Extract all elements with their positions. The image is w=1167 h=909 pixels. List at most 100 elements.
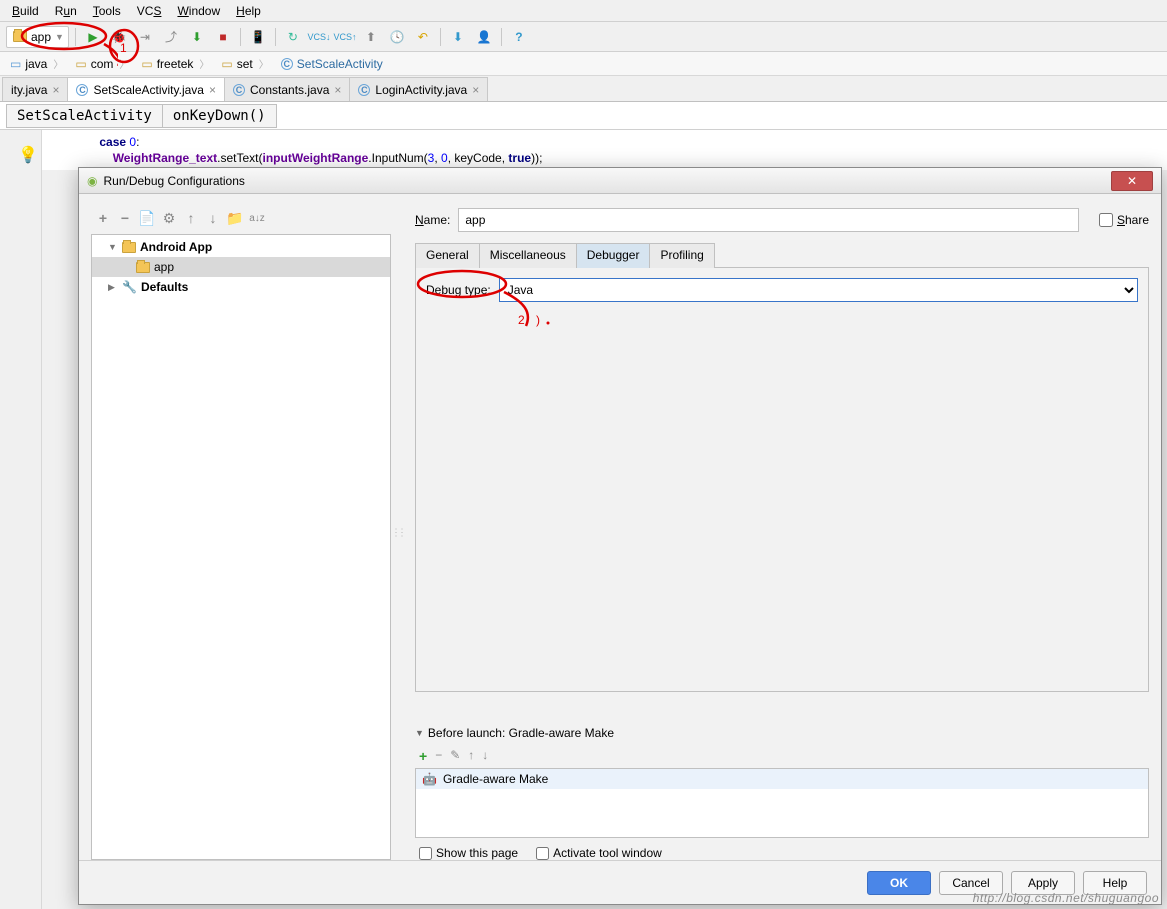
stop-button[interactable]: ■	[212, 26, 234, 48]
vcs-push-button[interactable]: ⬆	[360, 26, 382, 48]
method-crumb[interactable]: onKeyDown()	[163, 104, 277, 128]
debug-button[interactable]: 🐞	[108, 26, 130, 48]
editor-tab-constants[interactable]: CConstants.java×	[224, 77, 350, 101]
tree-node-android-app[interactable]: ▼ Android App	[92, 237, 390, 257]
ok-button[interactable]: OK	[867, 871, 931, 895]
config-tree[interactable]: ▼ Android App app ▶ 🔧 Defaults	[91, 234, 391, 860]
tab-content: Debug type: Java	[415, 268, 1149, 692]
editor-tab-partial[interactable]: ity.java×	[2, 77, 68, 101]
help-button[interactable]: ?	[508, 26, 530, 48]
chevron-down-icon: ▼	[55, 32, 64, 42]
sync-button[interactable]: ↻	[282, 26, 304, 48]
menu-vcs[interactable]: VCS	[129, 2, 170, 20]
tree-node-app[interactable]: app	[92, 257, 390, 277]
add-config-button[interactable]: +	[95, 210, 111, 226]
tree-node-defaults[interactable]: ▶ 🔧 Defaults	[92, 277, 390, 297]
bl-down-button[interactable]: ↓	[482, 748, 488, 764]
editor-tabs: ity.java× CSetScaleActivity.java× CConst…	[0, 76, 1167, 102]
before-launch-list[interactable]: 🤖 Gradle-aware Make	[415, 768, 1149, 838]
tree-toolbar: + − 📄 ⚙ ↑ ↓ 📁 a↓z	[91, 206, 391, 230]
coverage-button[interactable]: ⇥	[134, 26, 156, 48]
close-icon[interactable]: ×	[334, 83, 341, 97]
attach-button[interactable]: ⬇	[186, 26, 208, 48]
vcs-commit-button[interactable]: VCS↑	[334, 26, 356, 48]
move-up-button[interactable]: ↑	[183, 210, 199, 226]
wrench-icon: 🔧	[122, 280, 137, 294]
menu-bar: Build Run Tools VCS Window Help	[0, 0, 1167, 22]
class-icon: C	[358, 84, 370, 96]
android-icon: 🤖	[422, 772, 437, 786]
run-config-selector[interactable]: app ▼	[6, 26, 69, 48]
class-crumb[interactable]: SetScaleActivity	[6, 104, 163, 128]
folder-icon	[122, 242, 136, 253]
debug-type-label: Debug type:	[426, 283, 491, 297]
close-icon[interactable]: ×	[472, 83, 479, 97]
expand-icon[interactable]: ▶	[108, 282, 118, 293]
android-monitor-button[interactable]: 👤	[473, 26, 495, 48]
remove-config-button[interactable]: −	[117, 210, 133, 226]
config-tree-pane: + − 📄 ⚙ ↑ ↓ 📁 a↓z ▼ Android App	[91, 206, 391, 860]
revert-button[interactable]: ↶	[412, 26, 434, 48]
class-icon: C	[281, 58, 293, 70]
run-debug-config-dialog: ◉ Run/Debug Configurations ✕ + − 📄 ⚙ ↑ ↓…	[78, 167, 1162, 905]
folder-button[interactable]: 📁	[227, 210, 243, 226]
config-detail-pane: Name: Share General Miscellaneous Debugg…	[399, 206, 1149, 860]
vcs-update-button[interactable]: VCS↓	[308, 26, 330, 48]
avd-button[interactable]: 📱	[247, 26, 269, 48]
crumb-com[interactable]: ▭com	[69, 54, 135, 74]
copy-config-button[interactable]: 📄	[139, 210, 155, 226]
crumb-java[interactable]: ▭java	[4, 54, 69, 74]
profile-button[interactable]: ⤴	[160, 26, 182, 48]
run-config-label: app	[31, 30, 51, 44]
crumb-freetek[interactable]: ▭freetek	[135, 54, 215, 74]
share-checkbox[interactable]: Share	[1099, 213, 1149, 227]
code-editor[interactable]: case 0: WeightRange_text.setText(inputWe…	[0, 130, 1167, 170]
folder-icon	[13, 31, 27, 42]
splitter[interactable]	[391, 206, 399, 860]
collapse-icon[interactable]: ▼	[415, 728, 424, 738]
editor-tab-setscale[interactable]: CSetScaleActivity.java×	[67, 77, 225, 101]
run-button[interactable]: ▶	[82, 26, 104, 48]
gutter	[0, 130, 42, 909]
crumb-class[interactable]: CSetScaleActivity	[275, 54, 395, 74]
show-this-page-checkbox[interactable]: Show this page	[419, 846, 518, 860]
close-button[interactable]: ✕	[1111, 171, 1153, 191]
class-icon: C	[76, 84, 88, 96]
menu-tools[interactable]: Tools	[85, 2, 129, 20]
move-down-button[interactable]: ↓	[205, 210, 221, 226]
bl-remove-button[interactable]: −	[435, 748, 442, 764]
menu-build[interactable]: Build	[4, 2, 47, 20]
before-launch-label: Before launch: Gradle-aware Make	[428, 726, 614, 740]
sort-button[interactable]: a↓z	[249, 210, 265, 226]
vcs-history-button[interactable]: 🕓	[386, 26, 408, 48]
dialog-title: Run/Debug Configurations	[103, 174, 1111, 188]
config-tabs: General Miscellaneous Debugger Profiling	[415, 242, 1149, 268]
before-launch-item[interactable]: 🤖 Gradle-aware Make	[416, 769, 1148, 789]
menu-run[interactable]: Run	[47, 2, 85, 20]
close-icon[interactable]: ×	[52, 83, 59, 97]
toolbar: app ▼ ▶ 🐞 ⇥ ⤴ ⬇ ■ 📱 ↻ VCS↓ VCS↑ ⬆ 🕓 ↶ ⬇ …	[0, 22, 1167, 52]
dialog-titlebar: ◉ Run/Debug Configurations ✕	[79, 168, 1161, 194]
tab-general[interactable]: General	[415, 243, 480, 268]
config-name-input[interactable]	[458, 208, 1079, 232]
tab-profiling[interactable]: Profiling	[649, 243, 714, 268]
before-launch-section: ▼ Before launch: Gradle-aware Make + − ✎…	[415, 726, 1149, 860]
close-icon[interactable]: ×	[209, 83, 216, 97]
activate-tool-window-checkbox[interactable]: Activate tool window	[536, 846, 662, 860]
intention-bulb-icon[interactable]: 💡	[18, 145, 38, 165]
breadcrumb: ▭java ▭com ▭freetek ▭set CSetScaleActivi…	[0, 52, 1167, 76]
method-breadcrumb: SetScaleActivity onKeyDown()	[0, 102, 1167, 130]
sdk-manager-button[interactable]: ⬇	[447, 26, 469, 48]
bl-add-button[interactable]: +	[419, 748, 427, 764]
menu-window[interactable]: Window	[169, 2, 228, 20]
bl-edit-button[interactable]: ✎	[450, 748, 460, 764]
editor-tab-login[interactable]: CLoginActivity.java×	[349, 77, 488, 101]
save-config-button[interactable]: ⚙	[161, 210, 177, 226]
tab-misc[interactable]: Miscellaneous	[479, 243, 577, 268]
tab-debugger[interactable]: Debugger	[576, 243, 651, 268]
expand-icon[interactable]: ▼	[108, 242, 118, 252]
crumb-set[interactable]: ▭set	[215, 54, 274, 74]
debug-type-select[interactable]: Java	[499, 278, 1138, 302]
menu-help[interactable]: Help	[228, 2, 269, 20]
bl-up-button[interactable]: ↑	[468, 748, 474, 764]
